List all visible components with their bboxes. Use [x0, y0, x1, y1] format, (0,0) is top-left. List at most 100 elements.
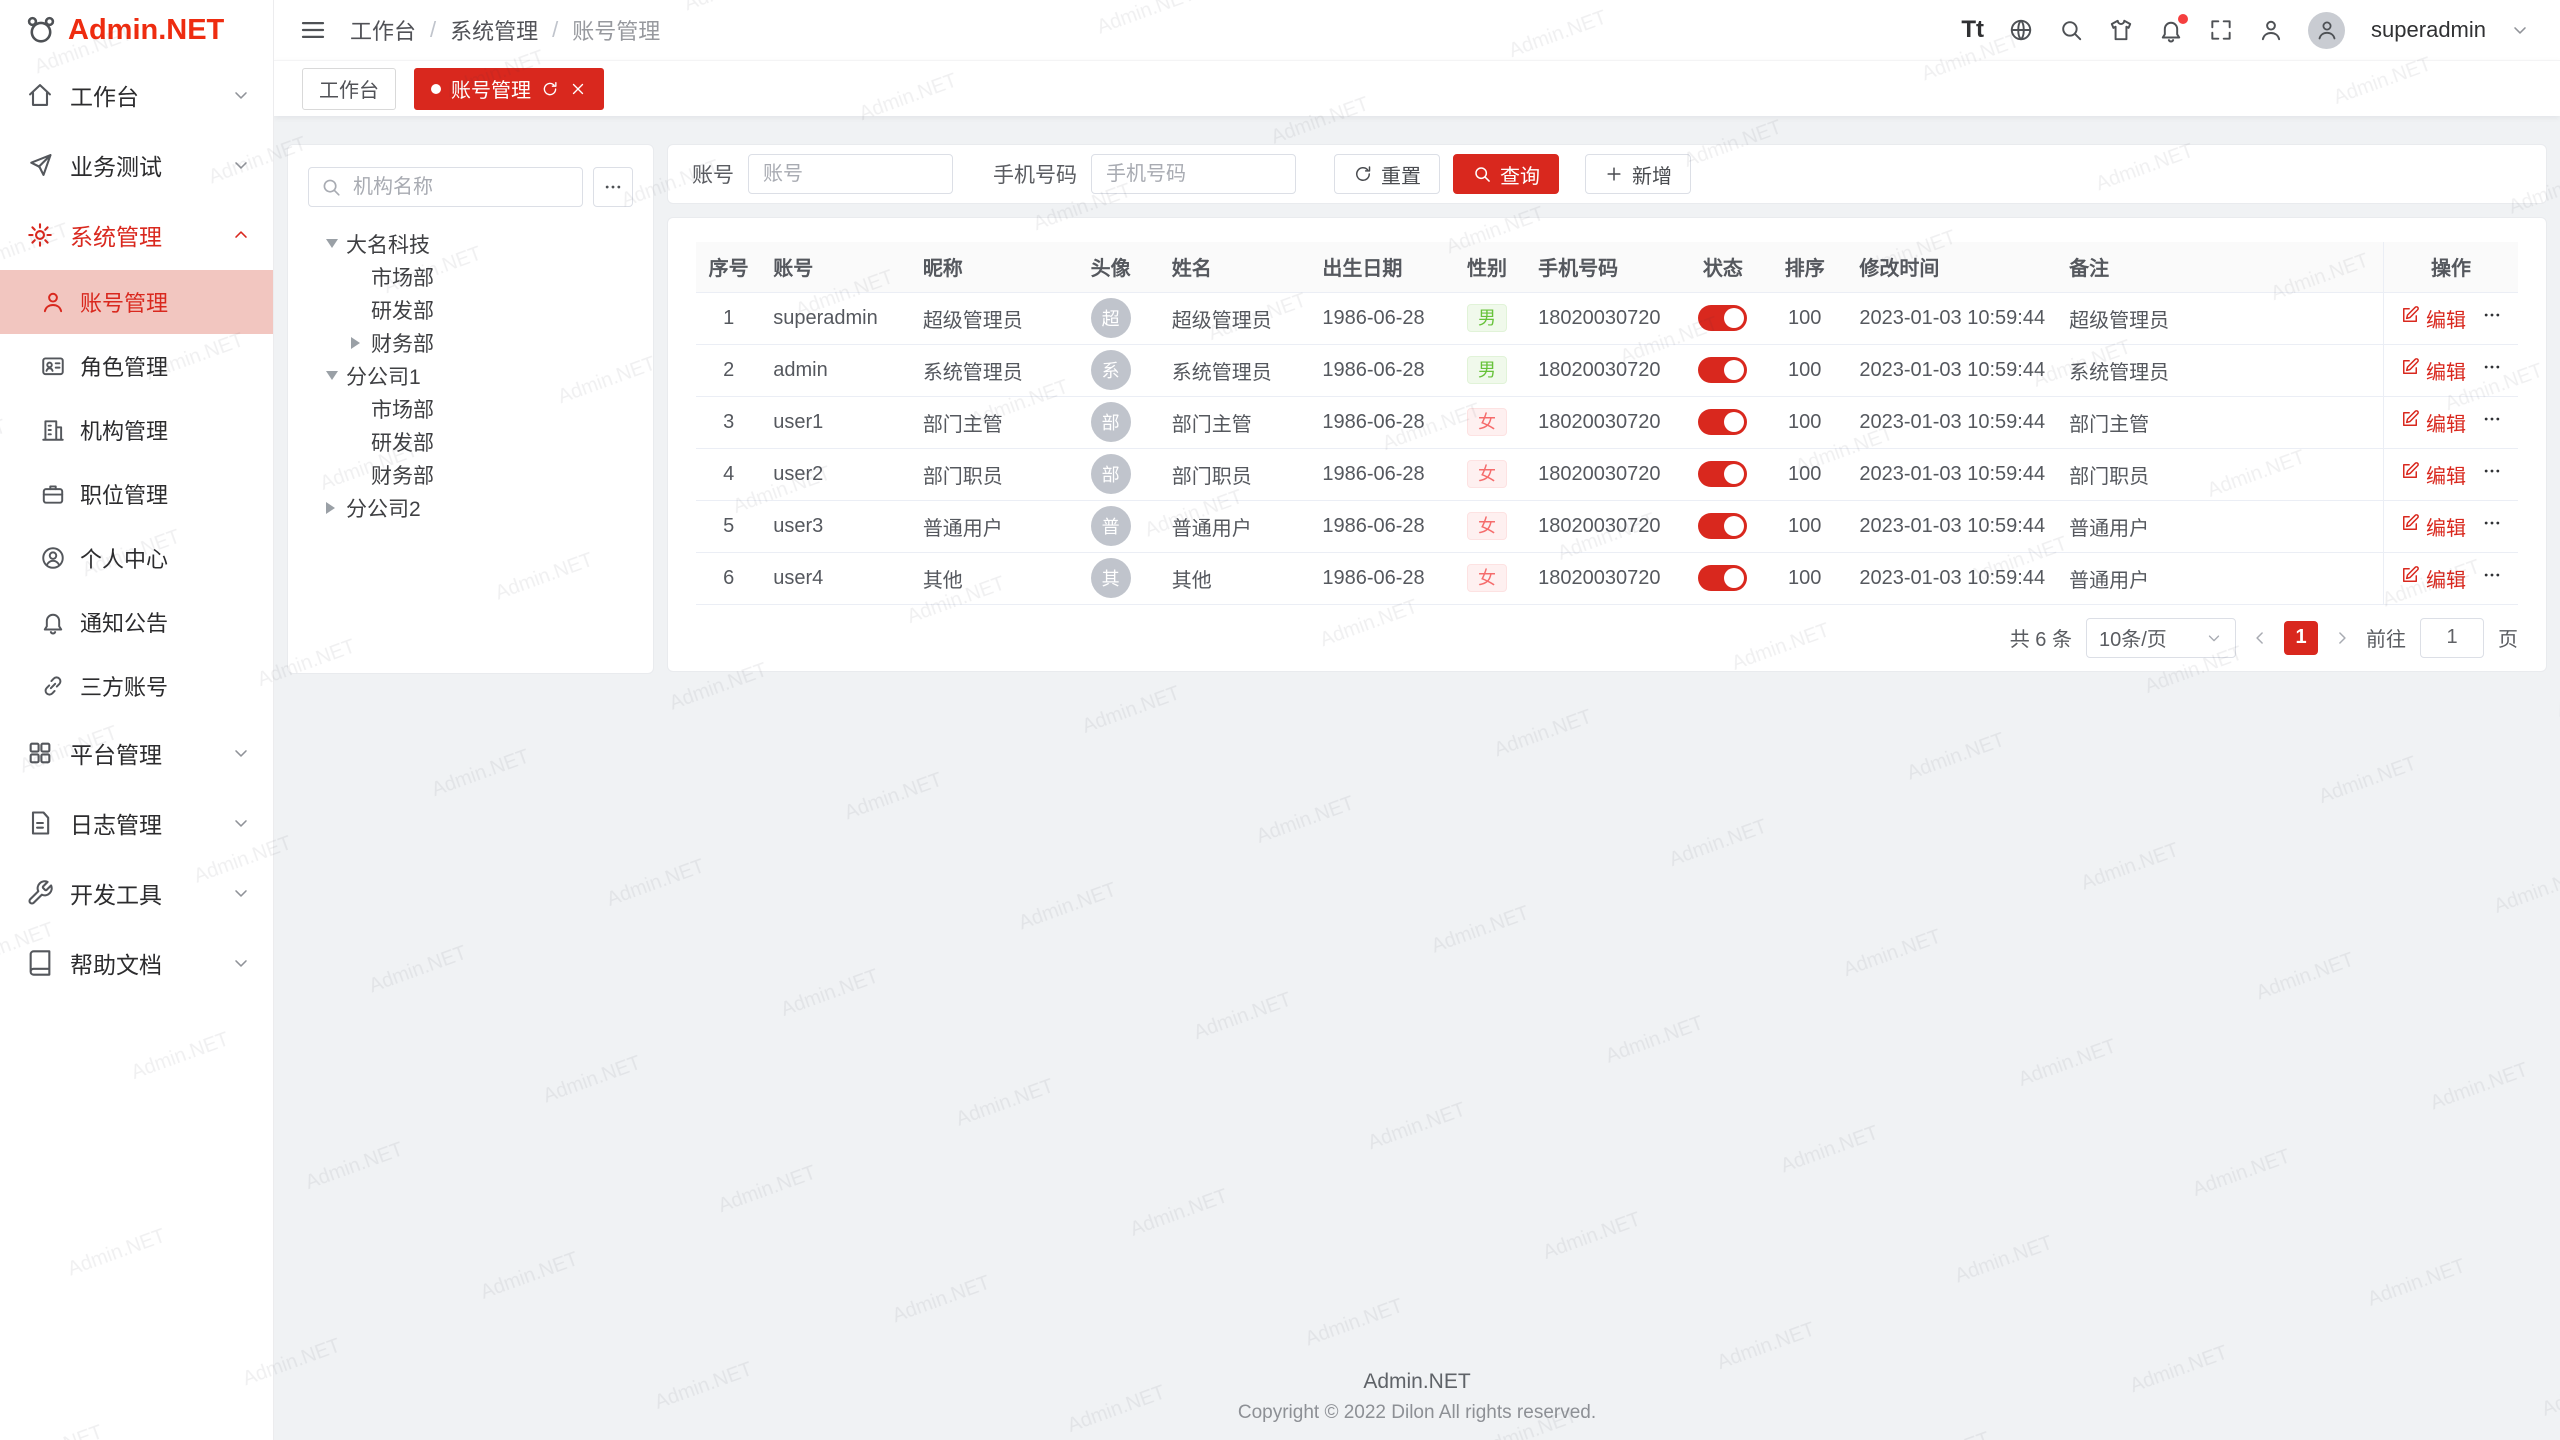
tree-node-6[interactable]: 研发部: [308, 425, 633, 458]
edit-button[interactable]: 编辑: [2400, 408, 2466, 437]
search-icon[interactable]: [2058, 17, 2084, 43]
sidebar-item-5[interactable]: 开发工具: [0, 858, 273, 928]
user-menu-chevron-icon[interactable]: [2510, 20, 2530, 40]
chevron-down-icon: [231, 155, 251, 175]
breadcrumb-item-system[interactable]: 系统管理: [450, 14, 538, 46]
cell-account: user4: [761, 552, 911, 604]
sidebar-subitem-2-2[interactable]: 机构管理: [0, 398, 273, 462]
tree-node-7[interactable]: 财务部: [308, 458, 633, 491]
reset-button[interactable]: 重置: [1334, 154, 1440, 194]
tree-node-label: 大名科技: [346, 229, 430, 259]
page-size-select[interactable]: 10条/页: [2086, 618, 2236, 658]
sidebar-subitem-2-1[interactable]: 角色管理: [0, 334, 273, 398]
chevron-down-icon: [231, 743, 251, 763]
status-toggle[interactable]: [1698, 305, 1747, 331]
account-input[interactable]: [748, 154, 953, 194]
fullscreen-icon[interactable]: [2208, 17, 2234, 43]
caret-right-icon[interactable]: [326, 500, 346, 516]
caret-down-icon[interactable]: [326, 368, 346, 384]
theme-icon[interactable]: [2108, 17, 2134, 43]
tree-node-2[interactable]: 研发部: [308, 293, 633, 326]
search-icon: [320, 176, 342, 198]
gender-tag: 女: [1467, 564, 1507, 592]
chevron-down-icon: [231, 953, 251, 973]
status-toggle[interactable]: [1698, 409, 1747, 435]
tab-workbench[interactable]: 工作台: [302, 68, 396, 110]
sidebar-item-2[interactable]: 系统管理: [0, 200, 273, 270]
row-more-button[interactable]: [2482, 513, 2502, 539]
sidebar-item-6[interactable]: 帮助文档: [0, 928, 273, 998]
row-more-button[interactable]: [2482, 461, 2502, 487]
status-toggle[interactable]: [1698, 565, 1747, 591]
cell-index: 2: [696, 344, 761, 396]
sidebar-subitem-2-5[interactable]: 通知公告: [0, 590, 273, 654]
sidebar-subitem-2-4[interactable]: 个人中心: [0, 526, 273, 590]
tree-node-1[interactable]: 市场部: [308, 260, 633, 293]
row-more-button[interactable]: [2482, 357, 2502, 383]
sidebar-item-3[interactable]: 平台管理: [0, 718, 273, 788]
tree-node-4[interactable]: 分公司1: [308, 359, 633, 392]
tree-node-5[interactable]: 市场部: [308, 392, 633, 425]
tree-node-3[interactable]: 财务部: [308, 326, 633, 359]
notice-icon: [40, 609, 66, 635]
edit-button[interactable]: 编辑: [2400, 564, 2466, 593]
row-more-button[interactable]: [2482, 565, 2502, 591]
tab-close-icon[interactable]: [569, 80, 587, 98]
gender-tag: 女: [1467, 408, 1507, 436]
sidebar-item-0[interactable]: 工作台: [0, 60, 273, 130]
table-row: 6user4其他其其他1986-06-28女180200307201002023…: [696, 552, 2518, 604]
org-more-button[interactable]: [593, 167, 633, 207]
edit-button[interactable]: 编辑: [2400, 304, 2466, 333]
refresh-icon: [1353, 164, 1373, 184]
tab-account-management[interactable]: 账号管理: [414, 68, 604, 110]
status-toggle[interactable]: [1698, 513, 1747, 539]
search-icon: [1472, 164, 1492, 184]
notifications-button[interactable]: [2158, 17, 2184, 43]
cell-account: user2: [761, 448, 911, 500]
row-more-button[interactable]: [2482, 409, 2502, 435]
breadcrumb-item-accounts: 账号管理: [572, 14, 660, 46]
org-search-input[interactable]: [308, 167, 583, 207]
accounts-table: 序号账号昵称头像姓名出生日期性别手机号码状态排序修改时间备注操作 1supera…: [696, 242, 2518, 605]
edit-button[interactable]: 编辑: [2400, 512, 2466, 541]
tab-refresh-icon[interactable]: [541, 80, 559, 98]
sidebar-subitem-2-6[interactable]: 三方账号: [0, 654, 273, 718]
sidebar-item-4[interactable]: 日志管理: [0, 788, 273, 858]
cell-nickname: 普通用户: [911, 500, 1062, 552]
profile-icon[interactable]: [2258, 17, 2284, 43]
cell-nickname: 部门主管: [911, 396, 1062, 448]
goto-page-input[interactable]: [2420, 618, 2484, 658]
search-label: 查询: [1500, 160, 1540, 189]
edit-button[interactable]: 编辑: [2400, 460, 2466, 489]
edit-label: 编辑: [2426, 460, 2466, 489]
search-button[interactable]: 查询: [1453, 154, 1559, 194]
tree-node-8[interactable]: 分公司2: [308, 491, 633, 524]
sidebar-subitem-2-3[interactable]: 职位管理: [0, 462, 273, 526]
add-button[interactable]: 新增: [1585, 154, 1691, 194]
caret-right-icon[interactable]: [351, 335, 371, 351]
phone-input[interactable]: [1091, 154, 1296, 194]
status-toggle[interactable]: [1698, 357, 1747, 383]
avatar: 普: [1091, 506, 1131, 546]
row-more-button[interactable]: [2482, 305, 2502, 331]
next-page-button[interactable]: [2332, 628, 2352, 648]
page-1-button[interactable]: 1: [2284, 621, 2318, 655]
cell-ops: 编辑: [2383, 292, 2518, 344]
edit-button[interactable]: 编辑: [2400, 356, 2466, 385]
caret-down-icon[interactable]: [326, 236, 346, 252]
breadcrumb-item-workbench[interactable]: 工作台: [350, 14, 416, 46]
avatar[interactable]: [2308, 12, 2345, 49]
sidebar-subitem-2-0[interactable]: 账号管理: [0, 270, 273, 334]
prev-page-button[interactable]: [2250, 628, 2270, 648]
cell-phone: 18020030720: [1526, 500, 1684, 552]
username[interactable]: superadmin: [2371, 17, 2486, 43]
menu-collapse-icon[interactable]: [298, 15, 328, 45]
font-size-icon[interactable]: Tt: [1961, 16, 1984, 44]
status-toggle[interactable]: [1698, 461, 1747, 487]
active-tab-dot: [431, 84, 441, 94]
locale-icon[interactable]: [2008, 17, 2034, 43]
org-tree: 大名科技市场部研发部财务部分公司1市场部研发部财务部分公司2: [308, 227, 633, 524]
tree-node-0[interactable]: 大名科技: [308, 227, 633, 260]
cell-ops: 编辑: [2383, 500, 2518, 552]
sidebar-item-1[interactable]: 业务测试: [0, 130, 273, 200]
